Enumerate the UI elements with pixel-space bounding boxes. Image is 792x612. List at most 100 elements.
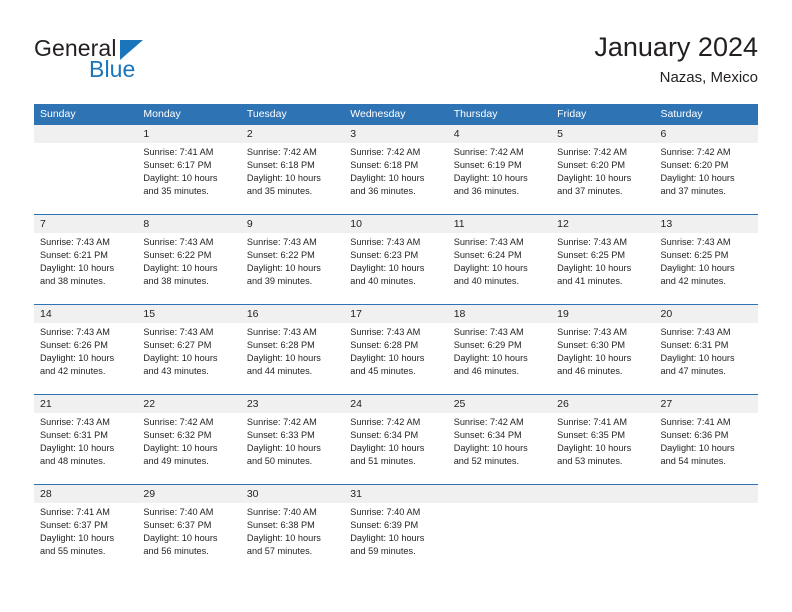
day-cell[interactable]: 18 Sunrise: 7:43 AM Sunset: 6:29 PM Dayligh… xyxy=(447,305,552,394)
calendar-week-row: 28 Sunrise: 7:41 AM Sunset: 6:37 PM Dayligh… xyxy=(34,484,758,574)
weekday-header-saturday: Saturday xyxy=(660,108,703,120)
day-detail-line: and 35 minutes. xyxy=(143,186,209,196)
day-cell[interactable]: 8 Sunrise: 7:43 AM Sunset: 6:22 PM Daylight… xyxy=(137,215,241,304)
day-cell[interactable]: 4 Sunrise: 7:42 AM Sunset: 6:19 PM Daylight… xyxy=(447,125,552,214)
day-number-strip: 30 xyxy=(240,485,345,503)
day-details: Sunrise: 7:42 AM Sunset: 6:18 PM Daylight:… xyxy=(241,143,344,198)
day-number-strip: 10 xyxy=(344,215,448,233)
day-cell[interactable]: 27 Sunrise: 7:41 AM Sunset: 6:36 PM Dayligh… xyxy=(654,395,758,484)
day-number: 13 xyxy=(660,218,673,230)
day-detail-line: Sunrise: 7:43 AM xyxy=(40,327,110,337)
calendar-grid: Sunday Monday Tuesday Wednesday Thursday Frid… xyxy=(34,104,758,574)
day-number-strip: 25 xyxy=(447,395,552,413)
day-cell[interactable]: 24 Sunrise: 7:42 AM Sunset: 6:34 PM Dayligh… xyxy=(344,395,448,484)
calendar-page: General Blue January 2024 Nazas, Mexico … xyxy=(0,0,792,612)
day-cell[interactable]: 1 Sunrise: 7:41 AM Sunset: 6:17 PM Daylight… xyxy=(137,125,241,214)
day-cell[interactable]: 22 Sunrise: 7:42 AM Sunset: 6:32 PM Dayligh… xyxy=(137,395,241,484)
day-cell[interactable]: 21 Sunrise: 7:43 AM Sunset: 6:31 PM Dayligh… xyxy=(34,395,138,484)
day-detail-line: Sunset: 6:27 PM xyxy=(143,340,212,350)
day-detail-line: Sunset: 6:23 PM xyxy=(350,250,419,260)
day-detail-line: Daylight: 10 hours xyxy=(246,443,321,453)
weekday-header-monday: Monday xyxy=(143,108,181,120)
day-detail-line: and 37 minutes. xyxy=(557,186,623,196)
day-number-strip: 17 xyxy=(344,305,448,323)
day-number-strip: 1 xyxy=(137,125,241,143)
day-cell[interactable]: 29 Sunrise: 7:40 AM Sunset: 6:37 PM Dayligh… xyxy=(137,485,241,574)
day-number-strip: 22 xyxy=(137,395,241,413)
day-details: Sunrise: 7:42 AM Sunset: 6:34 PM Daylight:… xyxy=(344,413,447,468)
day-number-strip xyxy=(654,485,758,503)
day-detail-line: Sunset: 6:37 PM xyxy=(40,520,108,530)
day-details: Sunrise: 7:43 AM Sunset: 6:30 PM Daylight:… xyxy=(551,323,654,378)
page-header: General Blue January 2024 Nazas, Mexico xyxy=(0,0,792,104)
day-cell[interactable]: 15 Sunrise: 7:43 AM Sunset: 6:27 PM Dayligh… xyxy=(137,305,241,394)
day-cell[interactable]: 10 Sunrise: 7:43 AM Sunset: 6:23 PM Dayligh… xyxy=(344,215,448,304)
day-details: Sunrise: 7:43 AM Sunset: 6:25 PM Daylight:… xyxy=(655,233,758,288)
day-details: Sunrise: 7:43 AM Sunset: 6:21 PM Daylight:… xyxy=(34,233,137,288)
day-cell[interactable]: 30 Sunrise: 7:40 AM Sunset: 6:38 PM Dayligh… xyxy=(240,485,345,574)
day-detail-line: Sunrise: 7:43 AM xyxy=(246,327,317,337)
day-details: Sunrise: 7:41 AM Sunset: 6:35 PM Daylight:… xyxy=(551,413,654,468)
day-number-strip: 14 xyxy=(34,305,138,323)
day-cell[interactable]: 16 Sunrise: 7:43 AM Sunset: 6:28 PM Dayligh… xyxy=(240,305,345,394)
day-details: Sunrise: 7:40 AM Sunset: 6:37 PM Daylight:… xyxy=(137,503,240,558)
day-cell[interactable]: 20 Sunrise: 7:43 AM Sunset: 6:31 PM Dayligh… xyxy=(654,305,758,394)
day-cell[interactable]: 13 Sunrise: 7:43 AM Sunset: 6:25 PM Dayligh… xyxy=(654,215,758,304)
day-cell[interactable]: 11 Sunrise: 7:43 AM Sunset: 6:24 PM Dayligh… xyxy=(447,215,552,304)
day-detail-line: Sunrise: 7:40 AM xyxy=(143,507,214,517)
day-detail-line: Sunrise: 7:43 AM xyxy=(40,417,110,427)
day-detail-line: and 35 minutes. xyxy=(246,186,313,196)
day-number-strip: 2 xyxy=(240,125,345,143)
day-detail-line: Daylight: 10 hours xyxy=(350,533,425,543)
day-number-strip: 28 xyxy=(34,485,138,503)
day-detail-line: and 39 minutes. xyxy=(246,276,313,286)
day-detail-line: Sunset: 6:37 PM xyxy=(143,520,212,530)
day-cell[interactable]: 7 Sunrise: 7:43 AM Sunset: 6:21 PM Daylight… xyxy=(34,215,138,304)
day-detail-line: Sunrise: 7:43 AM xyxy=(557,237,628,247)
day-details: Sunrise: 7:43 AM Sunset: 6:27 PM Daylight:… xyxy=(137,323,240,378)
day-cell[interactable]: 14 Sunrise: 7:43 AM Sunset: 6:26 PM Dayligh… xyxy=(34,305,138,394)
day-cell[interactable]: 12 Sunrise: 7:43 AM Sunset: 6:25 PM Dayligh… xyxy=(551,215,655,304)
day-cell[interactable]: 5 Sunrise: 7:42 AM Sunset: 6:20 PM Daylight… xyxy=(551,125,655,214)
day-number-strip: 8 xyxy=(137,215,241,233)
day-detail-line: Sunrise: 7:43 AM xyxy=(40,237,110,247)
day-detail-line: Daylight: 10 hours xyxy=(40,443,115,453)
day-cell[interactable]: 31 Sunrise: 7:40 AM Sunset: 6:39 PM Dayligh… xyxy=(344,485,448,574)
day-cell[interactable]: 26 Sunrise: 7:41 AM Sunset: 6:35 PM Dayligh… xyxy=(551,395,655,484)
day-number: 22 xyxy=(143,398,156,410)
calendar-week-row: 14 Sunrise: 7:43 AM Sunset: 6:26 PM Dayligh… xyxy=(34,304,758,394)
day-cell[interactable]: 6 Sunrise: 7:42 AM Sunset: 6:20 PM Daylight… xyxy=(654,125,758,214)
day-detail-line: Sunset: 6:24 PM xyxy=(453,250,522,260)
day-cell[interactable]: 17 Sunrise: 7:43 AM Sunset: 6:28 PM Dayligh… xyxy=(344,305,448,394)
day-detail-line: and 40 minutes. xyxy=(350,276,416,286)
day-details: Sunrise: 7:43 AM Sunset: 6:24 PM Daylight:… xyxy=(448,233,551,288)
day-number-strip: 4 xyxy=(447,125,552,143)
general-blue-logo: General Blue xyxy=(34,36,264,92)
day-detail-line: Sunset: 6:21 PM xyxy=(40,250,108,260)
day-detail-line: and 38 minutes. xyxy=(40,276,106,286)
day-detail-line: and 51 minutes. xyxy=(350,456,416,466)
day-detail-line: and 54 minutes. xyxy=(660,456,726,466)
day-number-strip: 26 xyxy=(551,395,655,413)
day-cell-empty xyxy=(551,485,655,574)
day-cell[interactable]: 9 Sunrise: 7:43 AM Sunset: 6:22 PM Daylight… xyxy=(240,215,345,304)
day-detail-line: Daylight: 10 hours xyxy=(143,353,218,363)
day-cell[interactable]: 3 Sunrise: 7:42 AM Sunset: 6:18 PM Daylight… xyxy=(344,125,448,214)
day-number: 30 xyxy=(246,488,259,500)
day-cell[interactable]: 2 Sunrise: 7:42 AM Sunset: 6:18 PM Daylight… xyxy=(240,125,345,214)
day-detail-line: Sunset: 6:39 PM xyxy=(350,520,419,530)
day-cell[interactable]: 25 Sunrise: 7:42 AM Sunset: 6:34 PM Dayligh… xyxy=(447,395,552,484)
day-cell[interactable]: 28 Sunrise: 7:41 AM Sunset: 6:37 PM Dayligh… xyxy=(34,485,138,574)
day-number: 23 xyxy=(246,398,259,410)
day-number: 3 xyxy=(350,128,357,140)
day-details: Sunrise: 7:43 AM Sunset: 6:25 PM Daylight:… xyxy=(551,233,654,288)
day-cell[interactable]: 19 Sunrise: 7:43 AM Sunset: 6:30 PM Dayligh… xyxy=(551,305,655,394)
day-number: 29 xyxy=(143,488,156,500)
day-cell[interactable]: 23 Sunrise: 7:42 AM Sunset: 6:33 PM Dayligh… xyxy=(240,395,345,484)
day-detail-line: Sunset: 6:18 PM xyxy=(246,160,315,170)
calendar-weeks: 1 Sunrise: 7:41 AM Sunset: 6:17 PM Daylight… xyxy=(34,125,758,574)
day-number-strip xyxy=(34,125,138,143)
day-details: Sunrise: 7:41 AM Sunset: 6:37 PM Daylight:… xyxy=(34,503,137,558)
calendar-week-row: 21 Sunrise: 7:43 AM Sunset: 6:31 PM Dayligh… xyxy=(34,394,758,484)
day-detail-line: Sunrise: 7:43 AM xyxy=(660,327,731,337)
